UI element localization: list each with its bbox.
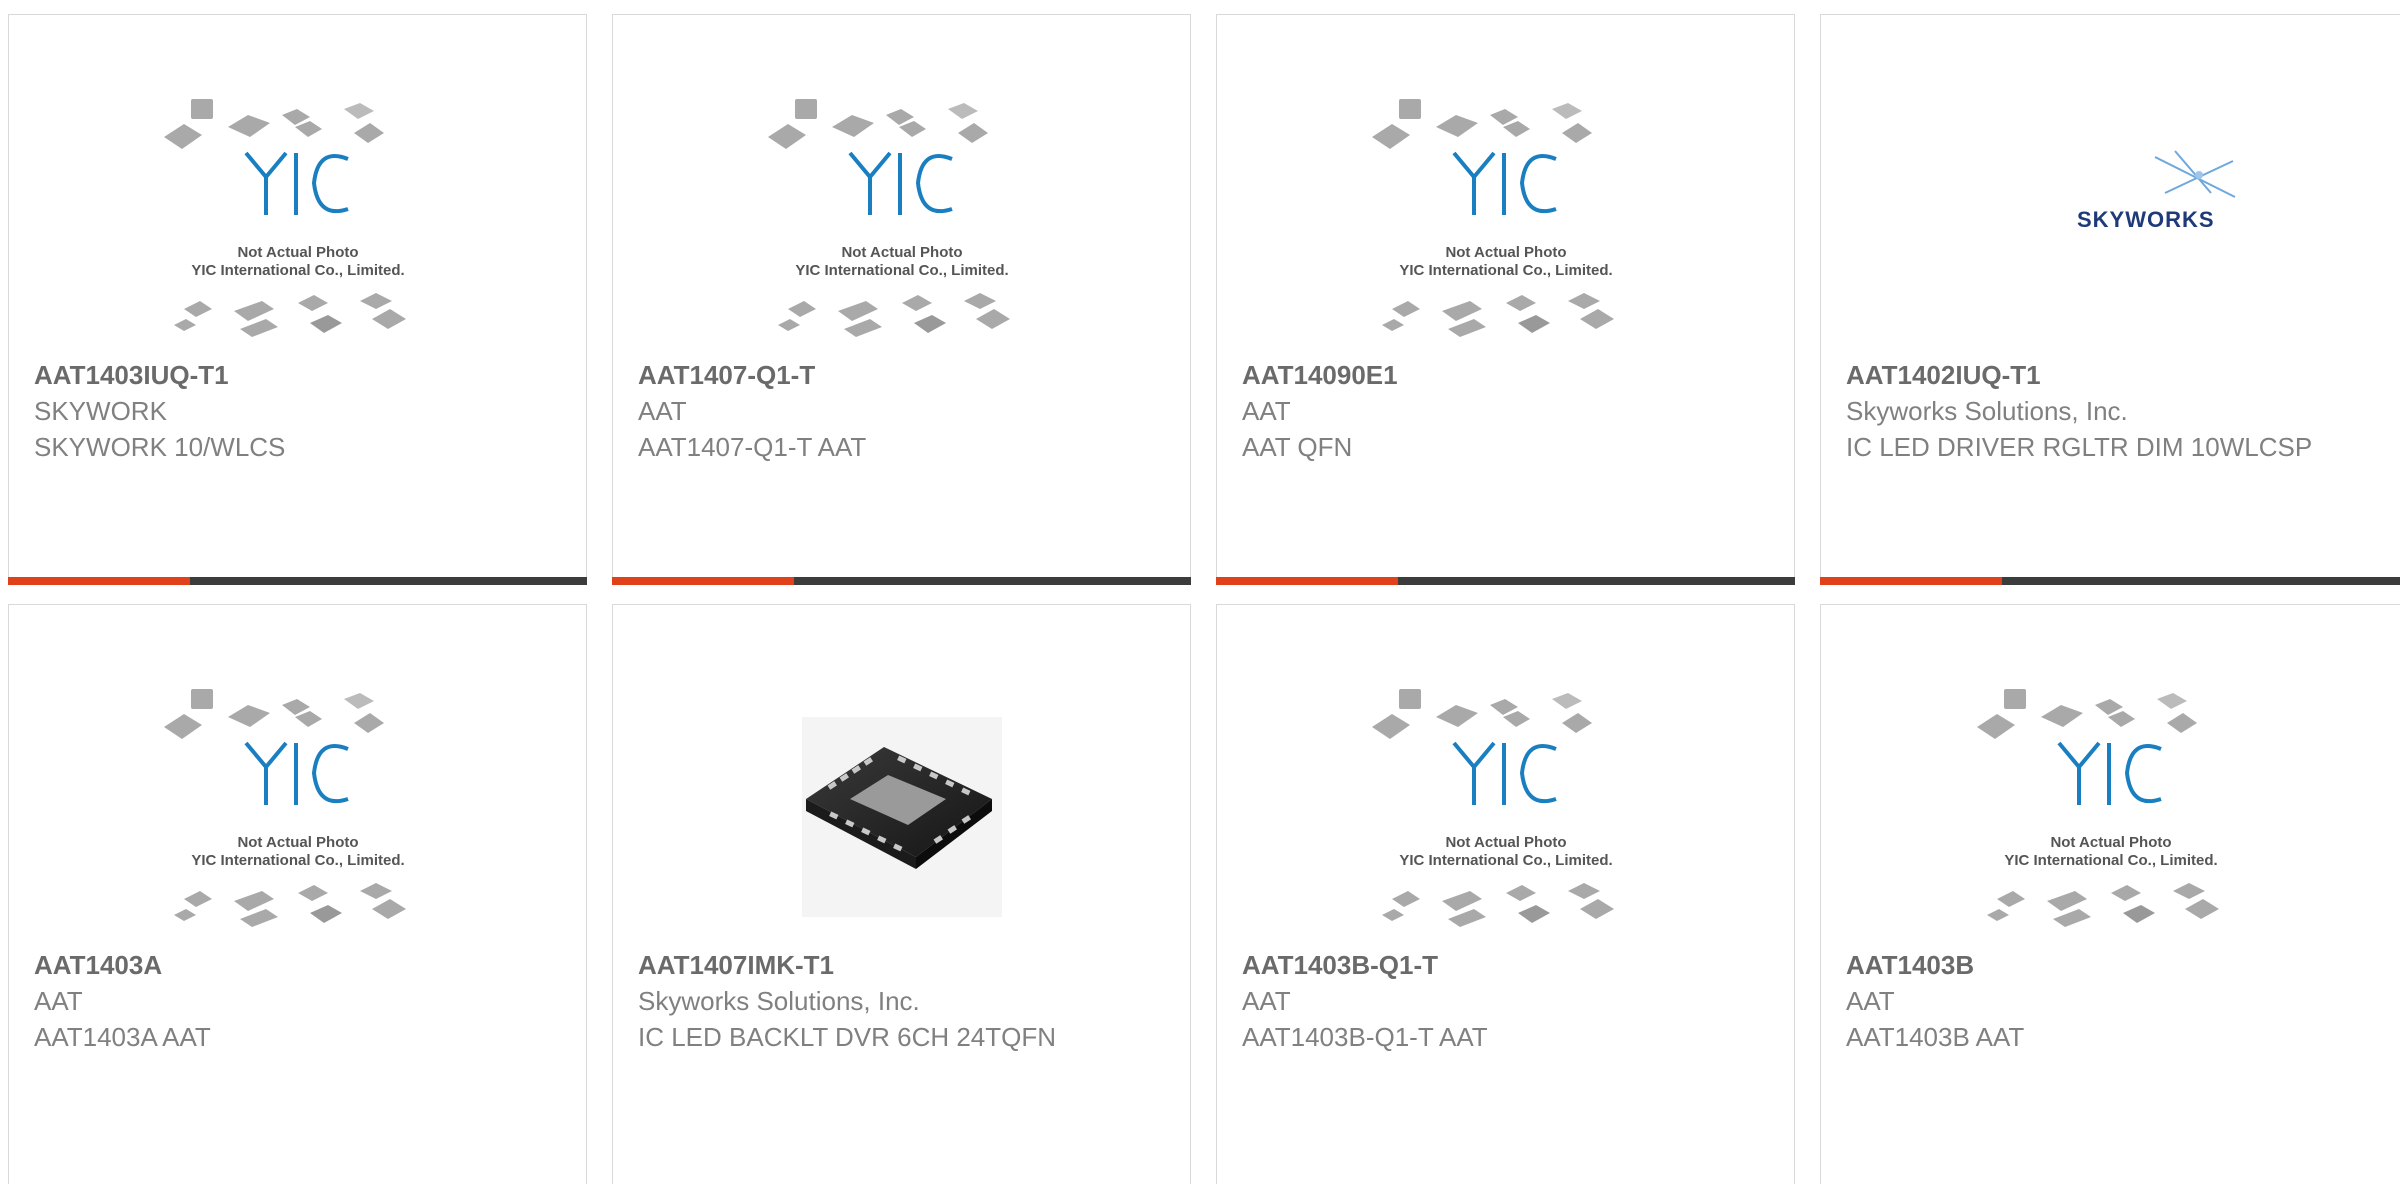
- product-image[interactable]: Not Actual Photo YIC International Co., …: [162, 97, 434, 347]
- product-card[interactable]: Not Actual Photo YIC International Co., …: [8, 14, 587, 585]
- card-footer-bar: [8, 577, 587, 585]
- card-footer-bar: [1216, 577, 1795, 585]
- description: IC LED BACKLT DVR 6CH 24TQFN: [638, 1022, 1057, 1052]
- description: AAT QFN: [1242, 432, 1353, 462]
- accent-bar: [612, 577, 794, 585]
- description: AAT1403B AAT: [1846, 1022, 2025, 1052]
- qfn-chip-photo: [801, 717, 1002, 917]
- yic-placeholder-image: Not Actual Photo YIC International Co., …: [1976, 689, 2219, 927]
- product-card[interactable]: AAT1407IMK-T1 Skyworks Solutions, Inc. I…: [612, 604, 1191, 1184]
- product-image[interactable]: Not Actual Photo YIC International Co., …: [162, 687, 434, 937]
- product-card[interactable]: Not Actual Photo YIC International Co., …: [1216, 14, 1795, 585]
- manufacturer: Skyworks Solutions, Inc.: [1846, 396, 2128, 426]
- product-image[interactable]: [766, 687, 1038, 937]
- manufacturer: AAT: [1242, 986, 1291, 1016]
- placeholder-line2: YIC International Co., Limited.: [191, 262, 404, 279]
- part-number[interactable]: AAT1407-Q1-T: [638, 357, 815, 393]
- placeholder-line2: YIC International Co., Limited.: [795, 262, 1008, 279]
- product-image[interactable]: Not Actual Photo YIC International Co., …: [1370, 687, 1642, 937]
- description: AAT1403A AAT: [34, 1022, 211, 1052]
- product-image[interactable]: Not Actual Photo YIC International Co., …: [1975, 687, 2247, 937]
- skyworks-logo-image: SKYWORKS: [2077, 150, 2235, 232]
- accent-bar: [8, 577, 190, 585]
- product-image[interactable]: Not Actual Photo YIC International Co., …: [766, 97, 1038, 347]
- part-number[interactable]: AAT1407IMK-T1: [638, 947, 834, 983]
- part-number[interactable]: AAT14090E1: [1242, 357, 1398, 393]
- part-number[interactable]: AAT1403IUQ-T1: [34, 357, 229, 393]
- description: AAT1403B-Q1-T AAT: [1242, 1022, 1488, 1052]
- product-card[interactable]: Not Actual Photo YIC International Co., …: [612, 14, 1191, 585]
- description: AAT1407-Q1-T AAT: [638, 432, 867, 462]
- accent-bar: [1216, 577, 1398, 585]
- placeholder-line2: YIC International Co., Limited.: [2004, 852, 2217, 869]
- placeholder-line1: Not Actual Photo: [1445, 834, 1566, 851]
- part-number[interactable]: AAT1402IUQ-T1: [1846, 357, 2041, 393]
- manufacturer: AAT: [34, 986, 83, 1016]
- part-number[interactable]: AAT1403B-Q1-T: [1242, 947, 1438, 983]
- product-card[interactable]: Not Actual Photo YIC International Co., …: [1820, 604, 2400, 1184]
- accent-bar: [1820, 577, 2002, 585]
- yic-placeholder-image: Not Actual Photo YIC International Co., …: [767, 99, 1010, 337]
- placeholder-line2: YIC International Co., Limited.: [1399, 262, 1612, 279]
- placeholder-line1: Not Actual Photo: [841, 244, 962, 261]
- manufacturer: AAT: [1242, 396, 1291, 426]
- card-footer-bar: [1820, 577, 2400, 585]
- placeholder-line2: YIC International Co., Limited.: [1399, 852, 1612, 869]
- product-card[interactable]: Not Actual Photo YIC International Co., …: [1216, 604, 1795, 1184]
- product-card[interactable]: SKYWORKS AAT1402IUQ-T1 Skyworks Solution…: [1820, 14, 2400, 585]
- skyworks-swoosh-icon: [2154, 150, 2235, 198]
- placeholder-line1: Not Actual Photo: [237, 244, 358, 261]
- yic-placeholder-image: Not Actual Photo YIC International Co., …: [163, 689, 406, 927]
- product-image[interactable]: Not Actual Photo YIC International Co., …: [1370, 97, 1642, 347]
- manufacturer: AAT: [638, 396, 687, 426]
- description: IC LED DRIVER RGLTR DIM 10WLCSP: [1846, 432, 2313, 462]
- manufacturer: SKYWORK: [34, 396, 167, 426]
- description: SKYWORK 10/WLCS: [34, 432, 286, 462]
- part-number[interactable]: AAT1403A: [34, 947, 162, 983]
- yic-placeholder-image: Not Actual Photo YIC International Co., …: [1371, 689, 1614, 927]
- yic-placeholder-image: Not Actual Photo YIC International Co., …: [1371, 99, 1614, 337]
- placeholder-line1: Not Actual Photo: [237, 834, 358, 851]
- product-card[interactable]: Not Actual Photo YIC International Co., …: [8, 604, 587, 1184]
- yic-placeholder-image: Not Actual Photo YIC International Co., …: [163, 99, 406, 337]
- manufacturer: Skyworks Solutions, Inc.: [638, 986, 920, 1016]
- placeholder-line1: Not Actual Photo: [2050, 834, 2171, 851]
- part-number[interactable]: AAT1403B: [1846, 947, 1974, 983]
- placeholder-line2: YIC International Co., Limited.: [191, 852, 404, 869]
- placeholder-line1: Not Actual Photo: [1445, 244, 1566, 261]
- card-footer-bar: [612, 577, 1191, 585]
- skyworks-logo-text: SKYWORKS: [2077, 207, 2215, 232]
- product-image[interactable]: SKYWORKS: [1975, 97, 2247, 347]
- manufacturer: AAT: [1846, 986, 1895, 1016]
